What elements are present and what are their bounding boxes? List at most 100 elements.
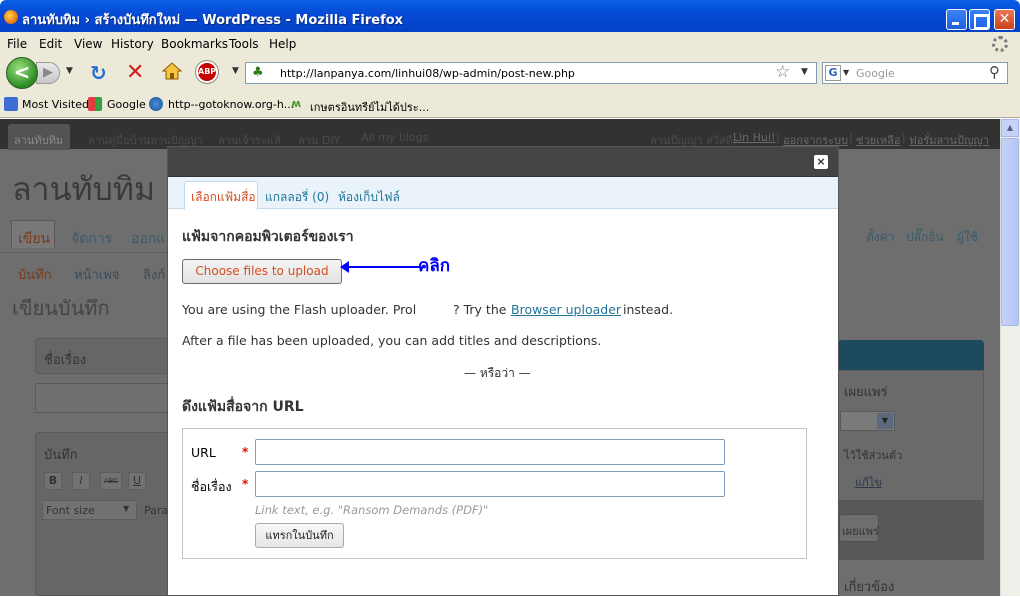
wp-separator: |: [902, 131, 906, 144]
home-icon[interactable]: [162, 62, 182, 80]
tab-media-library[interactable]: ห้องเก็บไฟล์: [338, 188, 400, 207]
from-computer-heading: แฟ้มจากคอมพิวเตอร์ของเรา: [182, 229, 354, 245]
browser-uploader-link[interactable]: Browser uploader: [511, 302, 621, 317]
wp-private-text: ไว้ใช้ส่วนตัว: [844, 449, 903, 462]
wp-subnav-post: บันทึก: [18, 268, 52, 283]
scroll-up-icon[interactable]: ▲: [1001, 119, 1019, 137]
menu-help[interactable]: Help: [269, 37, 296, 51]
wp-nav-users: ผู้ใช้: [957, 230, 979, 244]
dialog-title-bar: [168, 147, 838, 177]
url-input[interactable]: [255, 439, 725, 465]
wp-subnav-page: หน้าเพจ: [74, 268, 120, 283]
back-arrow-icon: <: [13, 60, 31, 84]
wp-separator: |: [849, 131, 853, 144]
wp-italic-icon: I: [72, 472, 90, 490]
wp-subnav-link: ลิงก์: [143, 268, 166, 283]
wp-admin-tab: ลานทับทิม: [14, 134, 64, 147]
wp-title-input: [35, 383, 175, 413]
flash-uploader-text-mid: ? Try the: [453, 302, 507, 317]
annotation-click-label: คลิก: [418, 256, 451, 276]
wp-admin-tab: All my blogs: [361, 131, 429, 144]
wp-title-label: ชื่อเรื่อง: [44, 353, 87, 368]
wp-publish-heading: เผยแพร่: [844, 385, 888, 400]
insert-into-post-button[interactable]: แทรกในบันทึก: [255, 523, 344, 548]
bookmark-gotoknow[interactable]: http--gotoknow.org-h...: [168, 98, 294, 111]
wp-publish-button-label: เผยแพร่: [842, 525, 879, 538]
menu-tools[interactable]: Tools: [229, 37, 259, 51]
wp-status-dropdown-icon: ▼: [877, 413, 893, 429]
bookmark-google[interactable]: Google: [107, 98, 146, 111]
search-input[interactable]: Google: [856, 67, 895, 80]
wp-edit-link: แก้ไข: [855, 476, 882, 489]
most-visited-icon: [4, 97, 18, 111]
from-url-heading: ดึงแฟ้มสื่อจาก URL: [182, 399, 304, 415]
back-button[interactable]: <: [6, 57, 38, 89]
or-separator: — หรือว่า —: [464, 366, 531, 380]
firefox-icon: [4, 10, 18, 24]
tab-gallery[interactable]: แกลลอรี่ (0): [265, 188, 329, 207]
search-engine-icon[interactable]: G: [825, 65, 841, 81]
wp-font-size-label: Font size: [46, 504, 95, 517]
url-label: URL: [191, 445, 216, 460]
gotoknow-favicon-icon: [149, 97, 163, 111]
title-input[interactable]: [255, 471, 725, 497]
menu-file[interactable]: File: [7, 37, 27, 51]
bookmark-organic-farming[interactable]: เกษตรอินทรีย์ไม่ได้ประ...: [310, 98, 429, 116]
site-favicon-icon: ♣: [252, 65, 264, 80]
title-label: ชื่อเรื่อง: [191, 479, 232, 494]
wp-nav-design: ออกแ: [131, 231, 166, 247]
url-dropdown-icon[interactable]: ▼: [801, 67, 808, 77]
wp-bold-icon: B: [44, 472, 62, 490]
scrollbar-thumb[interactable]: [1001, 138, 1019, 326]
google-favicon-icon: [88, 97, 102, 111]
menu-bookmarks[interactable]: Bookmarks: [161, 37, 228, 51]
adblock-dropdown-icon[interactable]: ▼: [232, 66, 239, 76]
dialog-close-icon[interactable]: ×: [814, 155, 828, 169]
menu-edit[interactable]: Edit: [39, 37, 62, 51]
wp-strikethrough-icon: ABC: [100, 472, 122, 490]
wp-nav-settings: ตั้งค่า: [866, 230, 895, 244]
wp-user-link: Lin Hui!: [733, 131, 776, 144]
annotation-arrowhead-icon: [340, 261, 349, 273]
flash-uploader-text: You are using the Flash uploader. Prol: [182, 302, 417, 317]
url-text[interactable]: http://lanpanya.com/linhui08/wp-admin/po…: [280, 67, 575, 80]
close-icon: ✕: [998, 11, 1011, 27]
choose-files-button[interactable]: Choose files to upload: [182, 259, 342, 284]
link-text-hint: Link text, e.g. "Ransom Demands (PDF)": [255, 503, 489, 517]
wp-nav-write: เขียน: [18, 231, 51, 247]
window-title: ลานทับทิม › สร้างบันทึกใหม่ — WordPress …: [22, 13, 404, 28]
minimize-button[interactable]: [946, 9, 967, 30]
history-dropdown-icon[interactable]: ▼: [66, 66, 73, 76]
organic-farming-favicon-icon: ʍ: [291, 97, 302, 110]
search-bar[interactable]: [822, 62, 1008, 84]
adblock-plus-icon[interactable]: ABP: [196, 61, 218, 83]
tab-from-computer-label[interactable]: เลือกแฟ้มสื่อ: [191, 188, 256, 207]
wp-nav-plugins: ปลั๊กอิน: [906, 230, 944, 244]
wp-help-link: ช่วยเหลือ: [856, 134, 901, 147]
reload-icon[interactable]: ↻: [90, 61, 107, 85]
flash-uploader-text-suffix: instead.: [623, 302, 674, 317]
close-window-button[interactable]: ✕: [994, 9, 1015, 30]
wp-separator: |: [776, 131, 780, 144]
bookmark-most-visited[interactable]: Most Visited: [22, 98, 89, 111]
wp-nav-manage: จัดการ: [71, 231, 113, 247]
wp-page-title: เขียนบันทึก: [12, 296, 110, 320]
annotation-arrow: [346, 266, 420, 268]
url-required-marker: *: [242, 445, 249, 459]
title-required-marker: *: [242, 477, 249, 491]
stop-icon[interactable]: ✕: [126, 60, 144, 85]
throbber-icon: [992, 36, 1008, 52]
menu-history[interactable]: History: [111, 37, 154, 51]
wp-font-size-dropdown-icon: ▼: [123, 504, 130, 513]
maximize-button[interactable]: [969, 9, 990, 30]
wp-format-label: Para: [144, 504, 169, 517]
wp-publish-header: [838, 340, 984, 370]
search-icon[interactable]: ⚲: [989, 63, 1000, 81]
search-engine-dropdown-icon[interactable]: ▼: [843, 68, 849, 77]
after-upload-text: After a file has been uploaded, you can …: [182, 333, 602, 348]
forward-button[interactable]: ▶: [36, 62, 60, 84]
bookmark-star-icon[interactable]: ☆: [775, 62, 790, 82]
menu-view[interactable]: View: [74, 37, 102, 51]
wp-related-heading: เกี่ยวข้อง: [844, 580, 895, 595]
wp-content-label: บันทึก: [44, 448, 78, 463]
